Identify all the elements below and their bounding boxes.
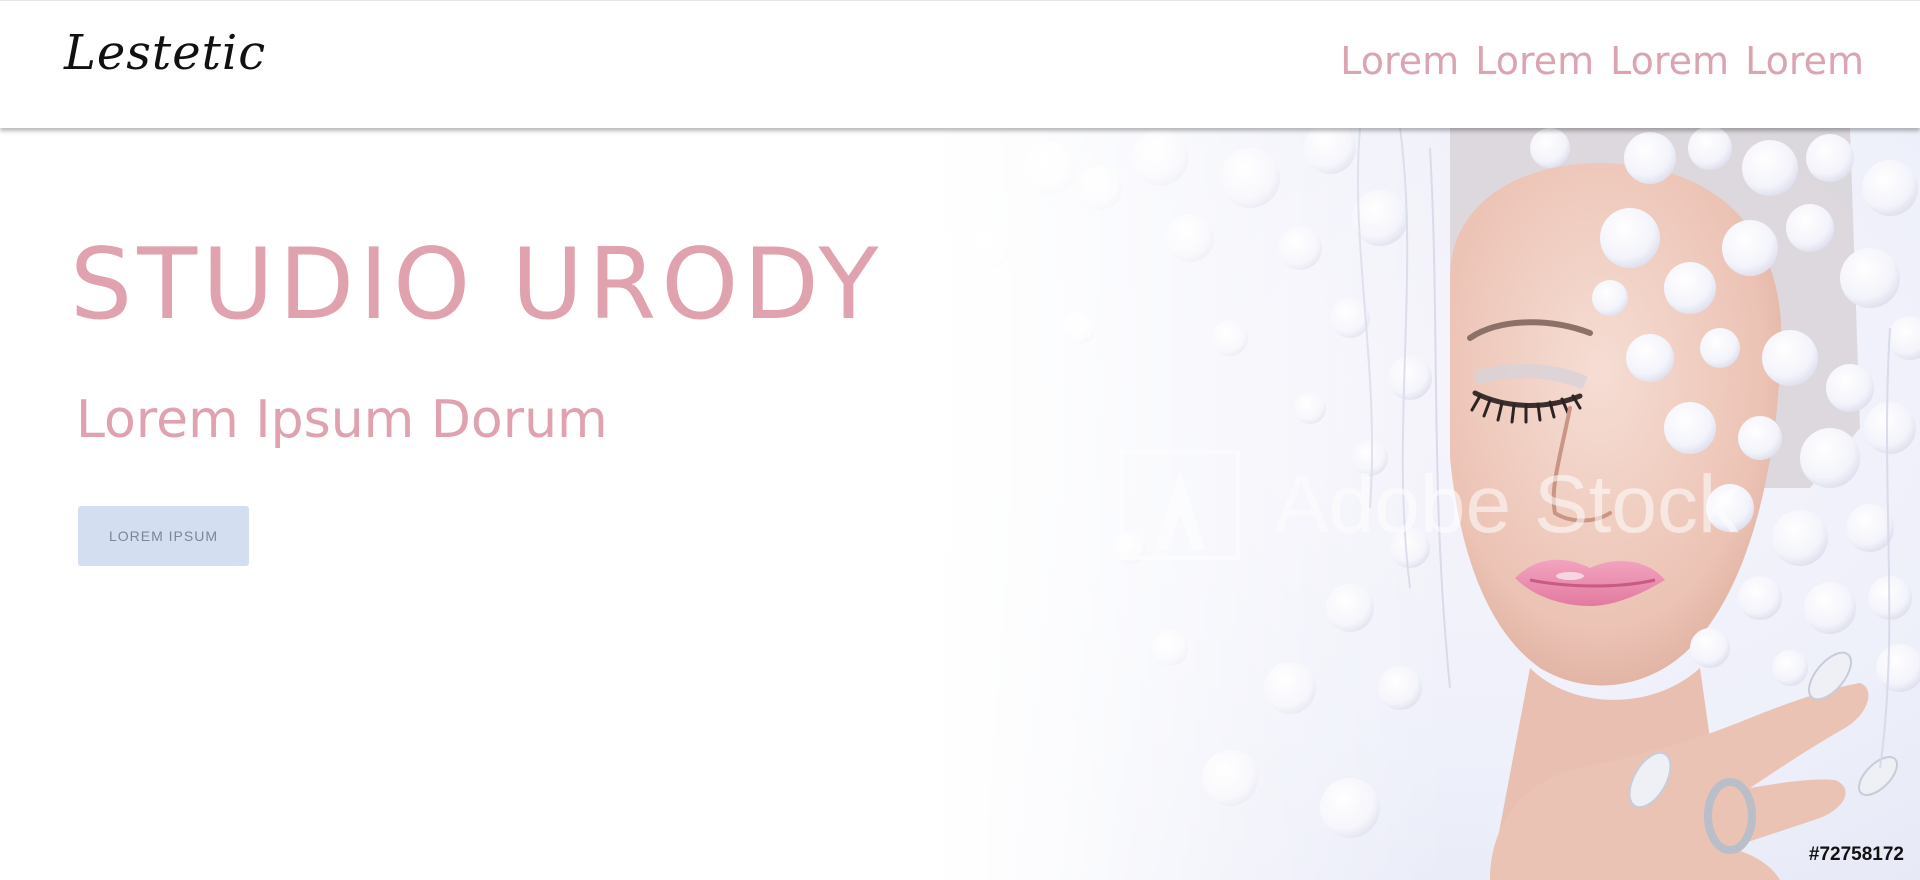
hero-title: STUDIO URODY bbox=[70, 228, 884, 342]
site-logo[interactable]: Lestetic bbox=[64, 25, 266, 81]
nav-item-1[interactable]: Lorem bbox=[1340, 39, 1459, 83]
nav-item-3[interactable]: Lorem bbox=[1610, 39, 1729, 83]
nav-item-4[interactable]: Lorem bbox=[1745, 39, 1864, 83]
main-nav: Lorem Lorem Lorem Lorem bbox=[1340, 39, 1864, 83]
watermark-text: Adobe Stock bbox=[1274, 459, 1739, 550]
site-header: Lestetic Lorem Lorem Lorem Lorem bbox=[0, 0, 1920, 128]
hero-photo: Adobe Stock #72758172 bbox=[930, 128, 1920, 880]
hero-subtitle: Lorem Ipsum Dorum bbox=[76, 390, 608, 450]
adobe-stock-watermark: Adobe Stock bbox=[1120, 450, 1739, 560]
stock-image-id: #72758172 bbox=[1808, 844, 1904, 865]
adobe-logo-icon bbox=[1120, 450, 1240, 560]
page: Lestetic Lorem Lorem Lorem Lorem Adobe S… bbox=[0, 0, 1920, 880]
nav-item-2[interactable]: Lorem bbox=[1475, 39, 1594, 83]
hero-cta-button[interactable]: LOREM IPSUM bbox=[78, 506, 249, 566]
